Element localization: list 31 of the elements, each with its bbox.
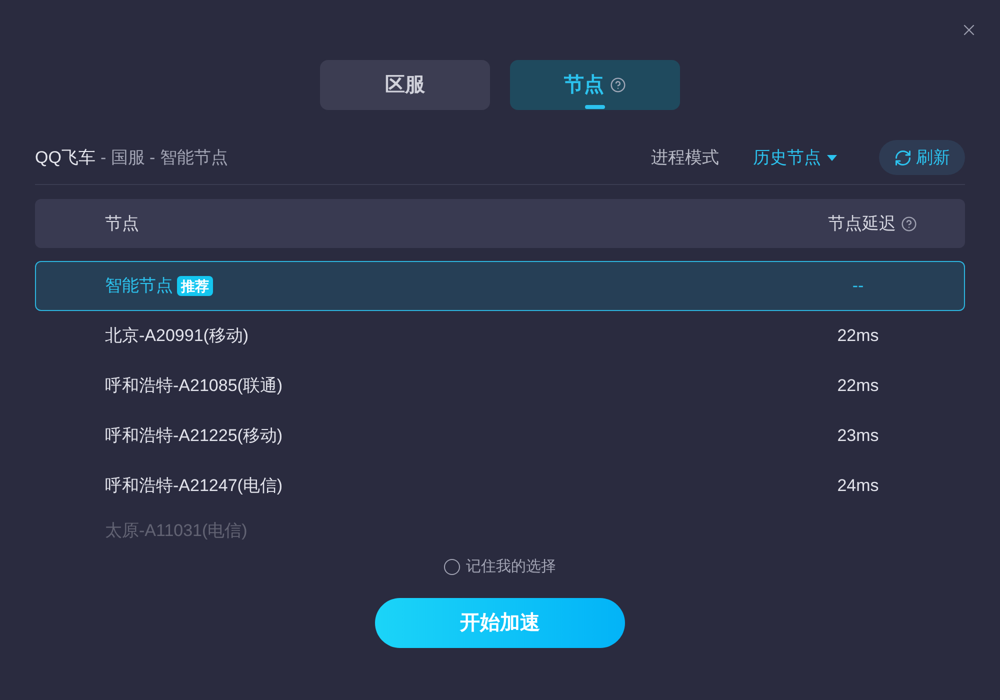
column-header: 节点延迟 [828,212,896,235]
refresh-icon [894,148,912,166]
tab[interactable]: 区服 [320,60,490,110]
tab[interactable]: 节点 [510,60,680,110]
node-name: 呼和浩特-A21085(联通) [105,375,283,398]
node-name: 北京-A20991(移动) [105,325,249,348]
caret-icon [827,154,837,160]
latency-text: 22ms [836,325,880,348]
latency-text: 23ms [836,425,880,448]
game-title: QQ飞车 [35,146,96,169]
recommended-badge: 推荐 [177,276,213,296]
latency-text: 24ms [836,475,880,498]
node-name: 呼和浩特-A21225(移动) [105,425,283,448]
process-mode-link[interactable]: 进程模式 [651,144,719,170]
latency-text: -- [851,275,865,298]
node-row[interactable]: 呼和浩特-A21225(移动) 23ms [35,411,965,461]
history-dropdown[interactable]: 历史节点 [753,144,837,170]
breadcrumb-path: - 国服 - 智能节点 [100,146,228,169]
help-icon[interactable] [610,77,626,93]
latency-text: 22ms [836,375,880,398]
node-row[interactable]: 北京-A20991(移动) 22ms [35,311,965,361]
node-row[interactable]: 智能节点 推荐 -- [35,261,965,311]
help-icon[interactable] [901,216,917,232]
column-header: 节点 [105,212,139,235]
node-name: 智能节点 [105,275,173,298]
node-row[interactable]: 呼和浩特-A21247(电信) 24ms [35,461,965,511]
refresh-button[interactable]: 刷新 [879,140,965,175]
node-row[interactable]: 呼和浩特-A21085(联通) 22ms [35,361,965,411]
node-name: 呼和浩特-A21247(电信) [105,475,283,498]
active-indicator-icon [585,105,605,109]
remember-choice-radio[interactable]: 记住我的选择 [444,556,556,578]
